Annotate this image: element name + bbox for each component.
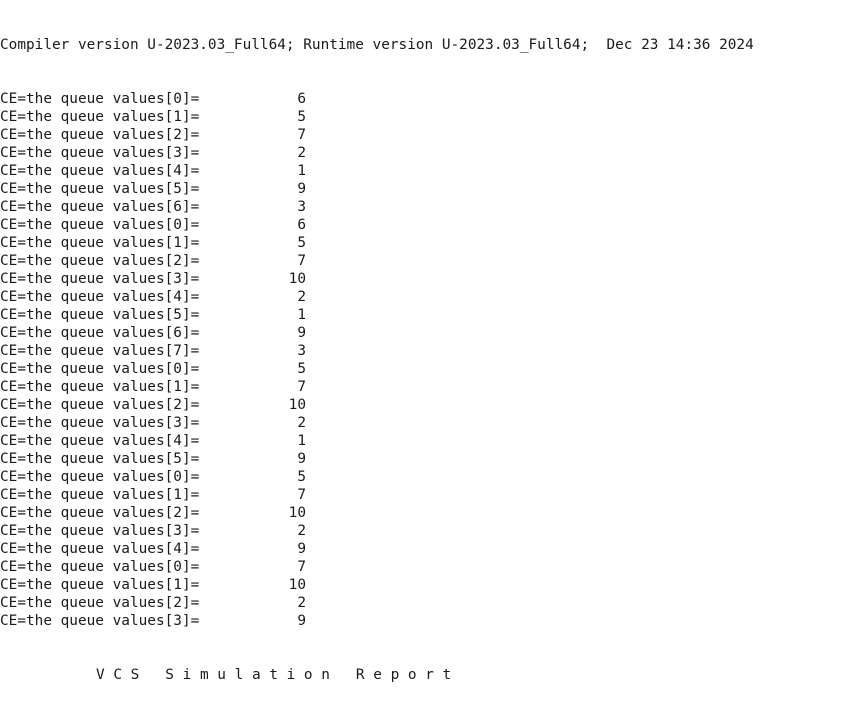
queue-value-number: 2 xyxy=(297,289,306,305)
queue-value-label: CE=the queue values[1]= xyxy=(0,487,200,503)
output-line: CE=the queue values[1]= 7 xyxy=(0,378,854,396)
queue-value-number: 9 xyxy=(297,541,306,557)
queue-value-number: 1 xyxy=(297,163,306,179)
queue-value-label: CE=the queue values[3]= xyxy=(0,613,200,629)
output-line: CE=the queue values[0]= 7 xyxy=(0,558,854,576)
queue-value-label: CE=the queue values[2]= xyxy=(0,127,200,143)
output-line: CE=the queue values[5]= 9 xyxy=(0,180,854,198)
queue-value-number: 7 xyxy=(297,253,306,269)
queue-value-label: CE=the queue values[2]= xyxy=(0,253,200,269)
queue-value-number: 6 xyxy=(297,217,306,233)
queue-value-label: CE=the queue values[3]= xyxy=(0,271,200,287)
output-line: CE=the queue values[7]= 3 xyxy=(0,342,854,360)
output-line: CE=the queue values[5]= 9 xyxy=(0,450,854,468)
queue-value-label: CE=the queue values[0]= xyxy=(0,91,200,107)
queue-value-number: 5 xyxy=(297,109,306,125)
queue-value-number: 3 xyxy=(297,343,306,359)
output-line: CE=the queue values[2]= 10 xyxy=(0,504,854,522)
queue-value-number: 7 xyxy=(297,127,306,143)
queue-value-label: CE=the queue values[3]= xyxy=(0,145,200,161)
output-line: CE=the queue values[0]= 6 xyxy=(0,216,854,234)
output-line: CE=the queue values[1]= 7 xyxy=(0,486,854,504)
queue-value-label: CE=the queue values[4]= xyxy=(0,541,200,557)
queue-value-label: CE=the queue values[2]= xyxy=(0,505,200,521)
output-line: CE=the queue values[0]= 5 xyxy=(0,468,854,486)
queue-value-number: 2 xyxy=(297,523,306,539)
queue-value-number: 10 xyxy=(288,271,306,287)
queue-value-label: CE=the queue values[5]= xyxy=(0,451,200,467)
queue-value-label: CE=the queue values[6]= xyxy=(0,325,200,341)
queue-value-number: 9 xyxy=(297,325,306,341)
queue-value-label: CE=the queue values[1]= xyxy=(0,109,200,125)
queue-value-number: 10 xyxy=(288,397,306,413)
queue-value-label: CE=the queue values[0]= xyxy=(0,559,200,575)
output-line: CE=the queue values[3]= 2 xyxy=(0,522,854,540)
queue-value-label: CE=the queue values[3]= xyxy=(0,523,200,539)
queue-value-label: CE=the queue values[5]= xyxy=(0,181,200,197)
queue-value-label: CE=the queue values[4]= xyxy=(0,289,200,305)
queue-value-label: CE=the queue values[5]= xyxy=(0,307,200,323)
queue-value-number: 5 xyxy=(297,235,306,251)
queue-value-number: 2 xyxy=(297,595,306,611)
output-line: CE=the queue values[0]= 6 xyxy=(0,90,854,108)
queue-value-label: CE=the queue values[0]= xyxy=(0,217,200,233)
output-line: CE=the queue values[3]= 2 xyxy=(0,144,854,162)
queue-value-number: 5 xyxy=(297,469,306,485)
terminal-output: Compiler version U-2023.03_Full64; Runti… xyxy=(0,0,854,683)
queue-value-label: CE=the queue values[2]= xyxy=(0,595,200,611)
queue-value-label: CE=the queue values[1]= xyxy=(0,379,200,395)
output-line: CE=the queue values[2]= 7 xyxy=(0,126,854,144)
queue-values-list: CE=the queue values[0]= 6 CE=the queue val… xyxy=(0,90,854,630)
queue-value-label: CE=the queue values[1]= xyxy=(0,235,200,251)
output-line: CE=the queue values[3]= 9 xyxy=(0,612,854,630)
output-line: CE=the queue values[6]= 9 xyxy=(0,324,854,342)
queue-value-label: CE=the queue values[3]= xyxy=(0,415,200,431)
queue-value-label: CE=the queue values[0]= xyxy=(0,361,200,377)
output-line: CE=the queue values[1]= 5 xyxy=(0,234,854,252)
queue-value-number: 9 xyxy=(297,613,306,629)
queue-value-label: CE=the queue values[4]= xyxy=(0,163,200,179)
queue-value-label: CE=the queue values[7]= xyxy=(0,343,200,359)
output-line: CE=the queue values[2]= 2 xyxy=(0,594,854,612)
queue-value-number: 5 xyxy=(297,361,306,377)
output-line: CE=the queue values[0]= 5 xyxy=(0,360,854,378)
queue-value-number: 10 xyxy=(288,505,306,521)
queue-value-number: 2 xyxy=(297,415,306,431)
queue-value-number: 1 xyxy=(297,307,306,323)
queue-value-label: CE=the queue values[6]= xyxy=(0,199,200,215)
queue-value-number: 3 xyxy=(297,199,306,215)
output-line: CE=the queue values[1]= 5 xyxy=(0,108,854,126)
queue-value-number: 7 xyxy=(297,379,306,395)
output-line: CE=the queue values[2]= 10 xyxy=(0,396,854,414)
queue-value-label: CE=the queue values[2]= xyxy=(0,397,200,413)
output-line: CE=the queue values[4]= 9 xyxy=(0,540,854,558)
output-line: CE=the queue values[3]= 2 xyxy=(0,414,854,432)
output-line: CE=the queue values[6]= 3 xyxy=(0,198,854,216)
simulation-report-banner: V C S S i m u l a t i o n R e p o r t xyxy=(96,667,452,683)
output-line: CE=the queue values[2]= 7 xyxy=(0,252,854,270)
queue-value-label: CE=the queue values[4]= xyxy=(0,433,200,449)
queue-value-number: 9 xyxy=(297,181,306,197)
output-line: CE=the queue values[3]= 10 xyxy=(0,270,854,288)
queue-value-number: 7 xyxy=(297,487,306,503)
queue-value-label: CE=the queue values[0]= xyxy=(0,469,200,485)
queue-value-number: 7 xyxy=(297,559,306,575)
compiler-version-line: Compiler version U-2023.03_Full64; Runti… xyxy=(0,37,754,53)
queue-value-number: 9 xyxy=(297,451,306,467)
queue-value-number: 2 xyxy=(297,145,306,161)
output-line: CE=the queue values[4]= 1 xyxy=(0,162,854,180)
queue-value-number: 6 xyxy=(297,91,306,107)
queue-value-number: 1 xyxy=(297,433,306,449)
output-line: CE=the queue values[4]= 2 xyxy=(0,288,854,306)
output-line: CE=the queue values[4]= 1 xyxy=(0,432,854,450)
output-line: CE=the queue values[5]= 1 xyxy=(0,306,854,324)
